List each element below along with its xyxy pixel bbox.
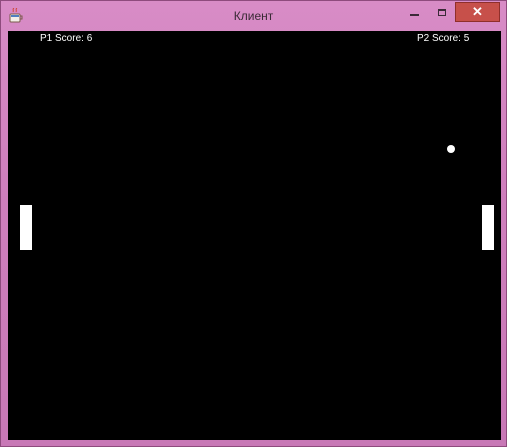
maximize-button[interactable] xyxy=(428,2,455,22)
p2-score: P2 Score: 5 xyxy=(417,33,470,44)
game-canvas[interactable]: P1 Score: 6 P2 Score: 5 xyxy=(8,31,501,440)
ball xyxy=(447,145,455,153)
minimize-icon xyxy=(410,8,419,16)
p1-score: P1 Score: 6 xyxy=(40,33,93,44)
close-button[interactable]: ✕ xyxy=(455,2,500,22)
window-controls: ✕ xyxy=(401,2,500,22)
close-icon: ✕ xyxy=(472,4,483,19)
right-paddle xyxy=(482,205,494,250)
minimize-button[interactable] xyxy=(401,2,428,22)
maximize-icon xyxy=(437,8,446,16)
left-paddle xyxy=(20,205,32,250)
game-window: Клиент ✕ P1 Score: 6 P2 Score: 5 xyxy=(0,0,507,447)
title-bar[interactable]: Клиент ✕ xyxy=(1,1,506,31)
